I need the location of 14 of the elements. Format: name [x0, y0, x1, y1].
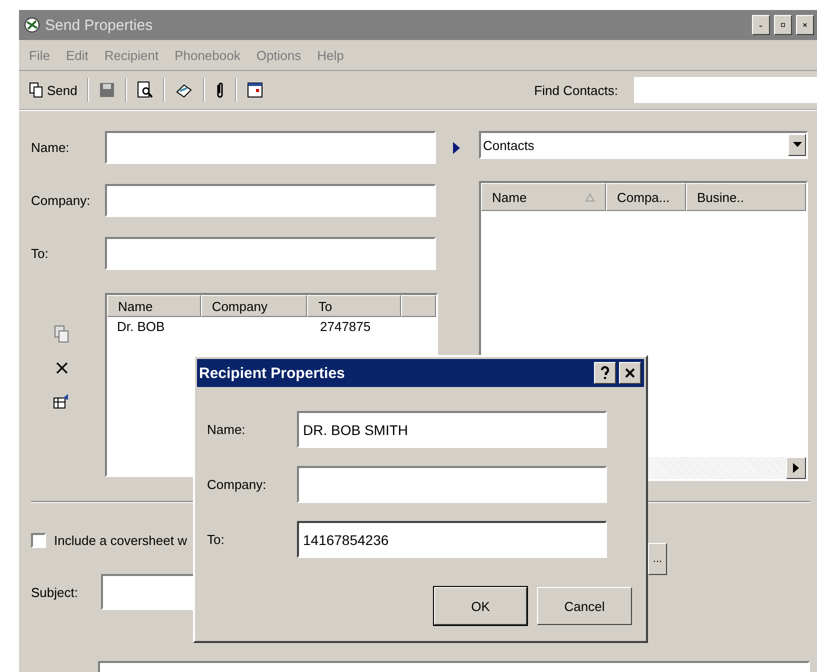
field-label: Name: — [207, 422, 246, 437]
field-label: Subject: — [31, 584, 79, 600]
dropdown-value: Contacts — [483, 138, 534, 152]
table-cell-text: Dr. BOB — [116, 318, 166, 336]
checkbox-label: Include a coversheet w — [54, 533, 187, 548]
field-label: To: — [31, 246, 50, 261]
dialog-title: Recipient Properties — [199, 364, 346, 382]
field-label: Name: — [31, 140, 70, 155]
field-label: Company: — [31, 193, 92, 208]
table-cell-text: 2747875 — [319, 318, 372, 336]
find-contacts-label: Find Contacts: — [534, 82, 618, 98]
field-label: Company: — [207, 477, 268, 492]
field-label: To: — [207, 532, 226, 547]
window-title: Send Properties — [45, 16, 153, 34]
